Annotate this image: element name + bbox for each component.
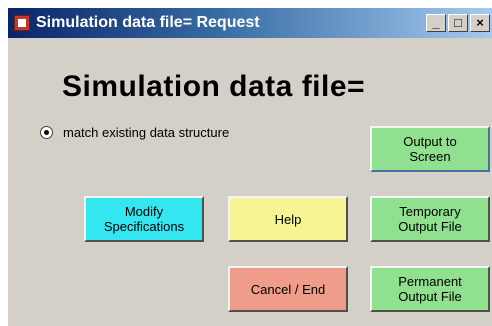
cancel-end-button[interactable]: Cancel / End xyxy=(228,266,348,312)
radio-selected-dot xyxy=(44,129,49,135)
window-title: Simulation data file= Request xyxy=(36,14,260,31)
page-heading: Simulation data file= xyxy=(62,70,366,103)
modify-specifications-button[interactable]: Modify Specifications xyxy=(84,196,204,242)
dialog-window: Simulation data file= Request _ □ × Simu… xyxy=(8,8,492,326)
radio-label: match existing data structure xyxy=(63,124,230,140)
app-icon xyxy=(14,15,30,31)
radio-button[interactable] xyxy=(40,125,53,139)
match-structure-option[interactable]: match existing data structure xyxy=(40,123,229,141)
help-button[interactable]: Help xyxy=(228,196,348,242)
minimize-button[interactable]: _ xyxy=(426,14,446,32)
close-button[interactable]: × xyxy=(470,14,490,32)
permanent-output-file-button[interactable]: Permanent Output File xyxy=(370,266,490,312)
temporary-output-file-button[interactable]: Temporary Output File xyxy=(370,196,490,242)
output-to-screen-button[interactable]: Output to Screen xyxy=(370,126,490,172)
title-bar[interactable]: Simulation data file= Request _ □ × xyxy=(8,8,492,38)
maximize-button[interactable]: □ xyxy=(448,14,468,32)
